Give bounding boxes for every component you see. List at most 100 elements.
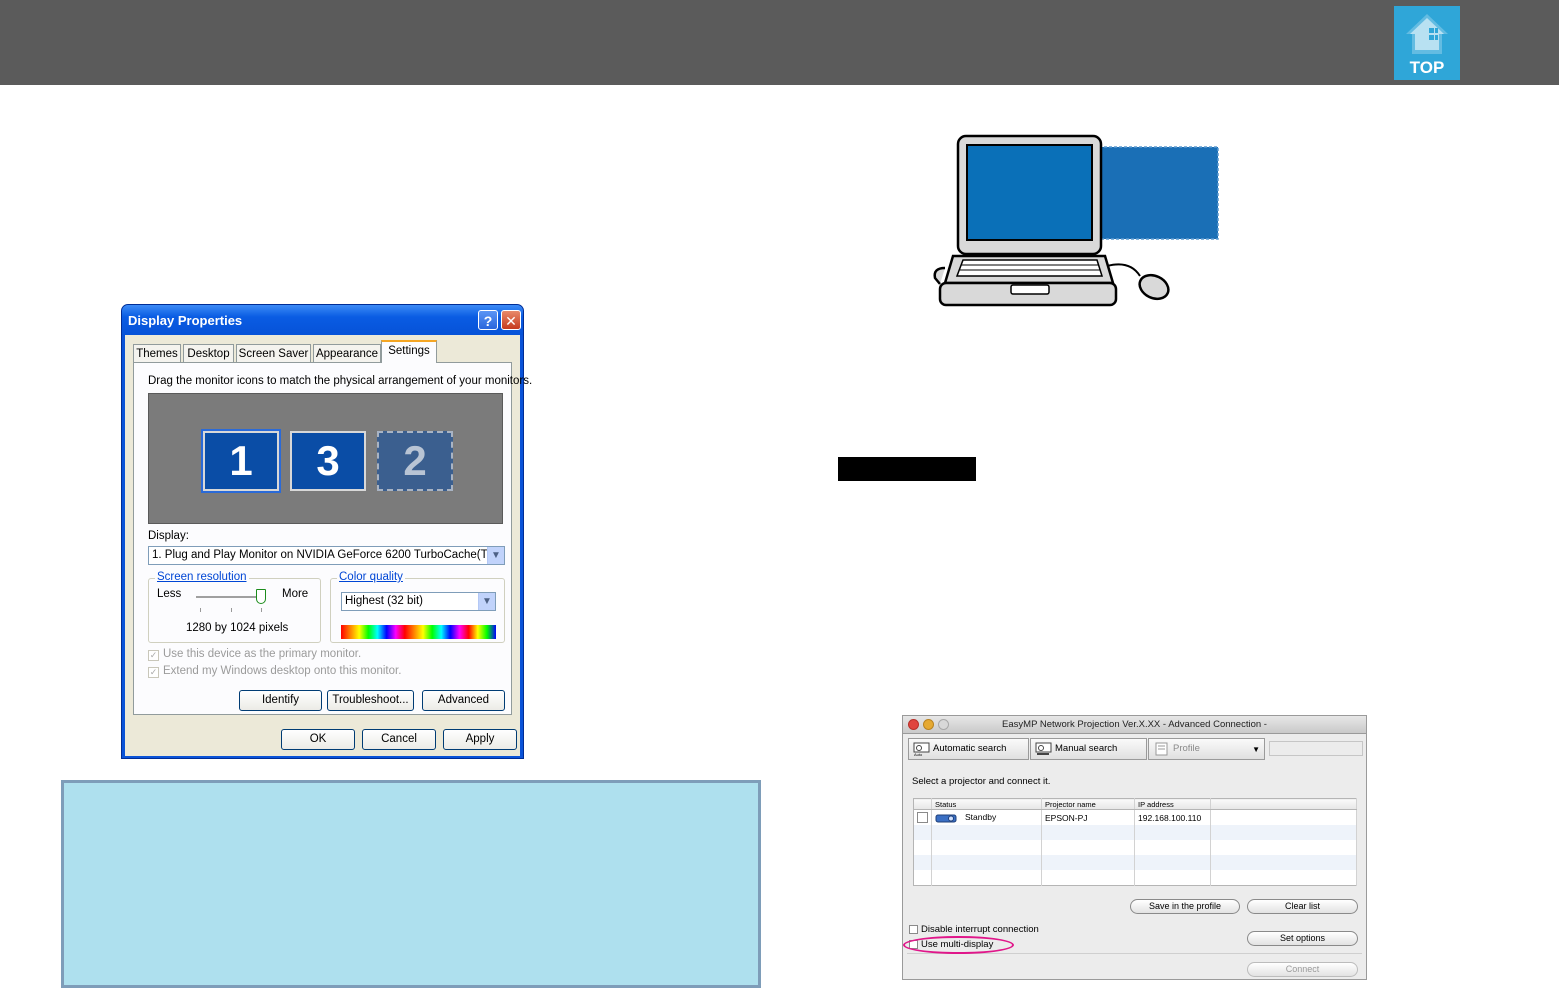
mac-window-title: EasyMP Network Projection Ver.X.XX - Adv… [1002, 719, 1267, 730]
screen-resolution-group: Screen resolution Less More 1280 by 1024… [148, 571, 321, 643]
display-select-value: 1. Plug and Play Monitor on NVIDIA GeFor… [152, 549, 501, 561]
chevron-down-icon: ▼ [1252, 745, 1260, 754]
automatic-search-label: Automatic search [933, 743, 1007, 754]
table-cell-status: Standby [931, 809, 1042, 825]
row-checkbox[interactable] [917, 812, 928, 824]
table-cell-extra [1210, 809, 1357, 825]
slider-tick [261, 608, 262, 612]
note-box [61, 780, 761, 988]
color-quality-label: Color quality [337, 571, 405, 583]
clear-list-button[interactable]: Clear list [1247, 899, 1358, 914]
top-button-label: TOP [1409, 58, 1445, 77]
table-row [913, 825, 1357, 840]
chevron-down-icon: ▼ [478, 593, 495, 610]
automatic-search-button[interactable]: Auto Automatic search [908, 738, 1029, 760]
tab-desktop[interactable]: Desktop [183, 344, 234, 362]
screen-resolution-label: Screen resolution [155, 571, 249, 583]
table-header-status[interactable]: Status [931, 798, 1042, 810]
color-quality-select[interactable]: Highest (32 bit) ▼ [341, 592, 496, 611]
disable-interrupt-label: Disable interrupt connection [921, 924, 1039, 935]
table-header-ip-address[interactable]: IP address [1134, 798, 1211, 810]
display-select[interactable]: 1. Plug and Play Monitor on NVIDIA GeFor… [148, 546, 505, 565]
display-properties-dialog: Display Properties ? ✕ Themes Desktop Sc… [121, 304, 532, 759]
table-row[interactable]: Standby EPSON-PJ 192.168.100.110 [913, 809, 1357, 825]
table-row [913, 870, 1357, 886]
help-button[interactable]: ? [478, 310, 498, 330]
less-label: Less [157, 588, 182, 600]
monitor-icon-1[interactable]: 1 [201, 429, 281, 493]
table-header-projector-name[interactable]: Projector name [1041, 798, 1135, 810]
profile-label: Profile [1173, 743, 1200, 754]
save-in-profile-button[interactable]: Save in the profile [1130, 899, 1240, 914]
manual-search-icon [1035, 742, 1052, 755]
color-quality-value: Highest (32 bit) [345, 595, 423, 607]
laptop-display [966, 144, 1093, 241]
connect-button[interactable]: Connect [1247, 962, 1358, 977]
laptop-illustration [933, 134, 1219, 307]
top-button[interactable]: TOP [1394, 6, 1460, 80]
svg-text:Auto: Auto [914, 752, 923, 756]
extend-desktop-checkbox[interactable]: ✓ [148, 667, 159, 678]
monitor-icon-2[interactable]: 2 [377, 431, 453, 491]
table-header-row: Status Projector name IP address [913, 798, 1357, 810]
ok-button[interactable]: OK [281, 729, 355, 750]
tab-settings[interactable]: Settings [381, 340, 437, 363]
profile-button[interactable]: Profile ▼ [1148, 738, 1265, 760]
section-label-bar [838, 457, 976, 481]
resolution-value: 1280 by 1024 pixels [186, 622, 289, 634]
slider-tick [231, 608, 232, 612]
primary-monitor-checkbox[interactable]: ✓ [148, 650, 159, 661]
display-label: Display: [148, 530, 189, 542]
disable-interrupt-checkbox[interactable] [909, 925, 918, 934]
close-button[interactable]: ✕ [501, 310, 521, 330]
set-options-button[interactable]: Set options [1247, 931, 1358, 946]
dialog-titlebar: Display Properties ? ✕ [122, 305, 523, 335]
chevron-down-icon: ▼ [487, 547, 504, 564]
color-spectrum-bar [341, 625, 496, 639]
automatic-search-icon: Auto [913, 742, 930, 756]
apply-button[interactable]: Apply [443, 729, 517, 750]
row-ip-address: 192.168.100.110 [1134, 809, 1211, 825]
mac-titlebar: EasyMP Network Projection Ver.X.XX - Adv… [903, 716, 1366, 734]
profile-icon [1155, 742, 1168, 756]
page-header: TOP [0, 0, 1559, 85]
tab-themes[interactable]: Themes [133, 344, 181, 362]
troubleshoot-button[interactable]: Troubleshoot... [327, 690, 414, 711]
manual-search-label: Manual search [1055, 743, 1118, 754]
extend-desktop-label: Extend my Windows desktop onto this moni… [163, 665, 402, 677]
touchpad [1010, 284, 1050, 295]
table-cell-check[interactable] [913, 809, 932, 825]
monitor-icon-3[interactable]: 3 [290, 431, 366, 491]
tab-appearance[interactable]: Appearance [313, 344, 381, 362]
instruction-text: Drag the monitor icons to match the phys… [148, 375, 533, 387]
color-quality-group: Color quality Highest (32 bit) ▼ [330, 571, 505, 643]
slider-tick [200, 608, 201, 612]
table-header-extra [1210, 798, 1357, 810]
identify-button[interactable]: Identify [239, 690, 322, 711]
manual-search-button[interactable]: Manual search [1030, 738, 1147, 760]
settings-panel: Drag the monitor icons to match the phys… [133, 362, 532, 715]
cancel-button[interactable]: Cancel [362, 729, 436, 750]
table-row [913, 855, 1357, 870]
multi-display-highlight [903, 936, 1014, 954]
dialog-title: Display Properties [128, 313, 243, 328]
row-status: Standby [965, 812, 997, 823]
table-row [913, 840, 1357, 855]
resolution-slider-thumb[interactable] [256, 589, 266, 604]
mouse [1138, 273, 1170, 301]
extended-display-area [1098, 146, 1219, 240]
primary-monitor-label: Use this device as the primary monitor. [163, 648, 362, 660]
dialog-body: Themes Desktop Screen Saver Appearance S… [125, 335, 532, 756]
row-projector-name: EPSON-PJ [1041, 809, 1135, 825]
table-header-check [913, 798, 932, 810]
easymp-instruction: Select a projector and connect it. [912, 776, 1051, 787]
profile-search-field[interactable] [1269, 741, 1363, 756]
resolution-slider-track [196, 596, 262, 598]
tab-screen-saver[interactable]: Screen Saver [236, 344, 311, 362]
advanced-button[interactable]: Advanced [422, 690, 505, 711]
monitor-arrangement-area: 1 3 2 [148, 393, 503, 524]
more-label: More [282, 588, 309, 600]
house-icon [1406, 14, 1448, 54]
projector-table: Status Projector name IP address Standby… [913, 798, 1357, 886]
projector-icon [935, 814, 957, 823]
